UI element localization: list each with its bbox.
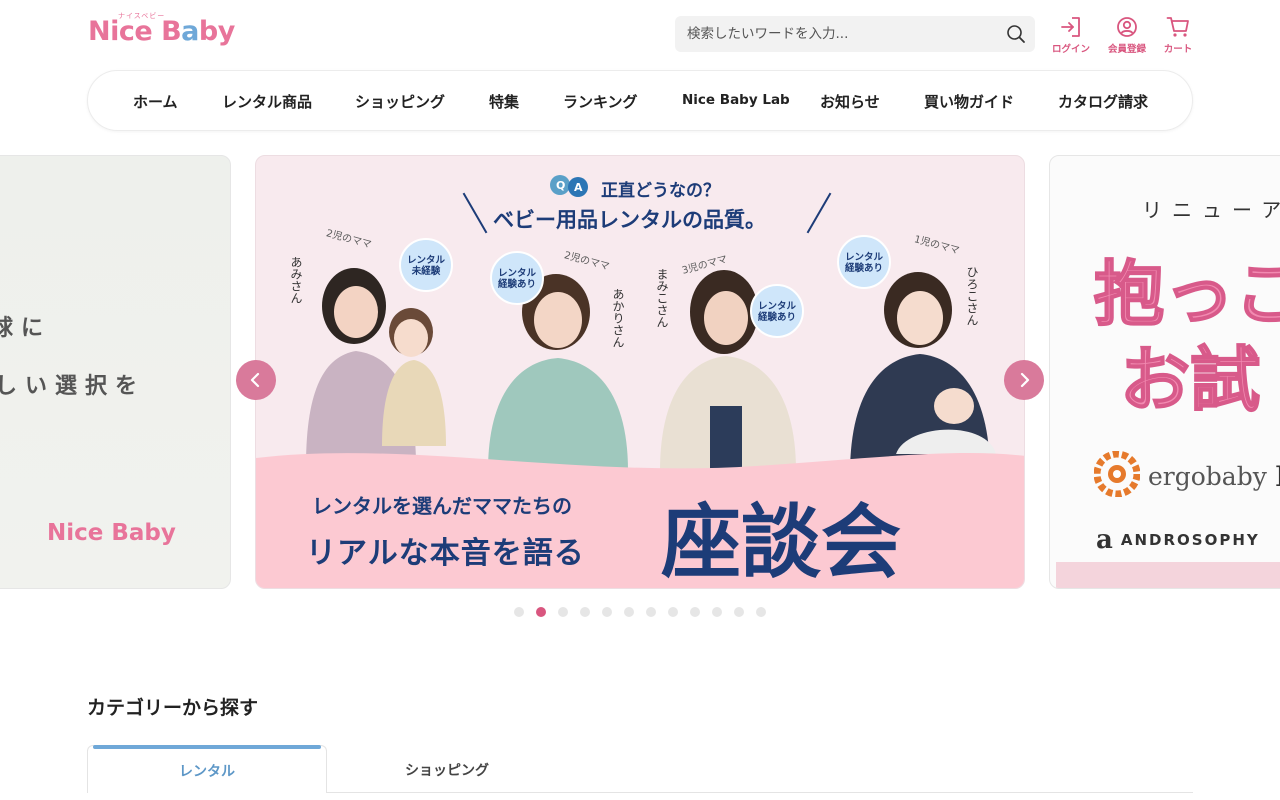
- slide-text-line1: 球に: [0, 316, 52, 341]
- banner-subtitle-1: レンタルを選んだママたちの: [312, 494, 572, 518]
- person-1-bubble: レンタル 未経験: [399, 238, 453, 292]
- ergobaby-logo-icon: [1094, 451, 1140, 497]
- chevron-right-icon: [1020, 372, 1030, 388]
- login-label: ログイン: [1051, 44, 1090, 55]
- nav-item-home[interactable]: ホーム: [133, 91, 178, 112]
- banner-headline: 座談会: [661, 495, 901, 589]
- carousel-slide-prev[interactable]: 球に しい選択を Nice Baby: [0, 155, 231, 589]
- carousel-next-button[interactable]: [1004, 360, 1044, 400]
- search-input[interactable]: [675, 16, 995, 52]
- carousel-dot[interactable]: [624, 607, 634, 617]
- category-section-title: カテゴリーから探す: [87, 697, 259, 719]
- title-slash-right: [806, 192, 832, 234]
- nav-item-news[interactable]: お知らせ: [820, 91, 880, 112]
- logo-text-b: B: [161, 16, 182, 47]
- carousel-dot[interactable]: [558, 607, 568, 617]
- banner-subtitle-2: リアルな本音を語る: [306, 536, 585, 571]
- search-icon[interactable]: [1005, 23, 1027, 45]
- nav-item-feature[interactable]: 特集: [489, 91, 519, 112]
- carousel-dot[interactable]: [514, 607, 524, 617]
- slide-logo: Nice Baby: [47, 520, 176, 546]
- search-box: [675, 16, 1035, 52]
- carousel-slide-next[interactable]: リニューア 抱っこ お試 ergobaby Ba aANDROSOPHY: [1049, 155, 1280, 589]
- user-icon: [1117, 17, 1137, 37]
- slide-right-footer-bar: [1056, 562, 1280, 588]
- tab-divider: [327, 792, 1193, 793]
- carousel-dot[interactable]: [536, 607, 546, 617]
- cart-button[interactable]: カート: [1153, 16, 1203, 58]
- carousel-dot[interactable]: [668, 607, 678, 617]
- person-3-bubble: レンタル 経験あり: [750, 284, 804, 338]
- carousel-dot[interactable]: [602, 607, 612, 617]
- nav-item-ranking[interactable]: ランキング: [563, 91, 638, 112]
- nav-item-guide[interactable]: 買い物ガイド: [924, 91, 1014, 112]
- chevron-left-icon: [250, 372, 260, 388]
- title-slash-left: [462, 192, 488, 234]
- slide-right-headline-2: お試: [1119, 338, 1261, 422]
- person-3-name: まみこさん: [655, 268, 669, 328]
- brand-androsophy: a ANDROSOPHY: [1096, 525, 1260, 555]
- nav-item-catalog[interactable]: カタログ請求: [1058, 91, 1148, 112]
- tab-rental[interactable]: レンタル: [87, 745, 327, 793]
- nav-item-rental[interactable]: レンタル商品: [222, 91, 312, 112]
- carousel-dot[interactable]: [734, 607, 744, 617]
- person-1-image: [306, 268, 446, 466]
- nav-item-lab[interactable]: Nice Baby Lab: [682, 92, 790, 108]
- banner-title-1: 正直どうなの？: [601, 181, 720, 201]
- main-nav: ホーム レンタル商品 ショッピング 特集 ランキング Nice Baby Lab…: [87, 70, 1193, 131]
- logo-text-nice: Nice: [88, 16, 153, 47]
- tab-shopping[interactable]: ショッピング: [327, 745, 567, 793]
- cart-label: カート: [1163, 44, 1193, 55]
- person-4-name: ひろこさん: [965, 266, 979, 326]
- login-button[interactable]: ログイン: [1046, 16, 1096, 58]
- register-label: 会員登録: [1107, 44, 1146, 55]
- register-button[interactable]: 会員登録: [1102, 16, 1152, 58]
- carousel-dot[interactable]: [712, 607, 722, 617]
- brand-partial: Ba: [1275, 460, 1280, 493]
- carousel-prev-button[interactable]: [236, 360, 276, 400]
- svg-text:Q: Q: [556, 179, 565, 192]
- nav-item-shopping[interactable]: ショッピング: [355, 91, 445, 112]
- person-2-bubble: レンタル 経験あり: [490, 251, 544, 305]
- banner-title-2: ベビー用品レンタルの品質。: [493, 208, 766, 232]
- qa-icon: Q A: [550, 175, 588, 197]
- person-4-caption: 1児のママ: [912, 234, 961, 257]
- login-icon: [1061, 17, 1080, 37]
- logo-text-by: by: [198, 16, 235, 47]
- person-4-bubble: レンタル 経験あり: [837, 235, 891, 289]
- brand-ergobaby: ergobaby: [1148, 462, 1267, 491]
- svg-text:A: A: [574, 181, 583, 194]
- person-1-name: あみさん: [289, 256, 303, 304]
- carousel-dot[interactable]: [756, 607, 766, 617]
- page: ナイスベビー Nice Baby ログイン 会員登録 カート ホーム レンタル商…: [0, 0, 1280, 800]
- carousel-slide-current[interactable]: Q A 正直どうなの？ ベビー用品レンタルの品質。 レンタル 未経験 レンタル …: [255, 155, 1025, 589]
- cart-icon: [1166, 17, 1189, 37]
- logo-text-a: a: [181, 16, 199, 47]
- carousel-dot[interactable]: [580, 607, 590, 617]
- carousel-dot[interactable]: [646, 607, 656, 617]
- carousel-dot[interactable]: [690, 607, 700, 617]
- slide-text-line2: しい選択を: [0, 374, 146, 399]
- site-logo[interactable]: ナイスベビー Nice Baby: [88, 12, 238, 54]
- slide-right-top-text: リニューア: [1142, 198, 1280, 222]
- person-2-name: あかりさん: [611, 288, 625, 348]
